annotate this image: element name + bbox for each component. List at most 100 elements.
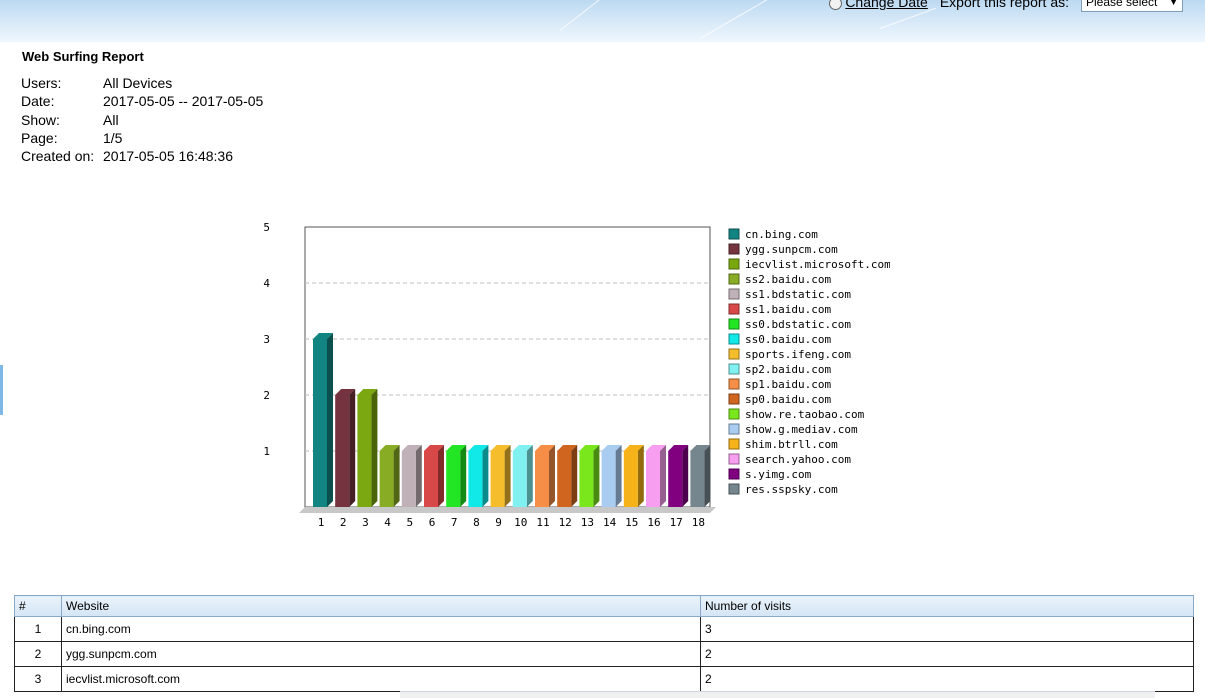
- legend-label: sp0.baidu.com: [745, 393, 831, 406]
- x-tick-label: 11: [536, 516, 549, 529]
- legend-label: show.g.mediav.com: [745, 423, 858, 436]
- meta-label: Show:: [21, 111, 60, 128]
- bar: [646, 451, 660, 507]
- legend-label: ss1.baidu.com: [745, 303, 831, 316]
- legend-label: ss1.bdstatic.com: [745, 288, 851, 301]
- x-tick-label: 16: [647, 516, 660, 529]
- bar: [579, 451, 594, 507]
- bar-side: [549, 445, 555, 507]
- x-tick-label: 10: [514, 516, 527, 529]
- bar: [668, 451, 683, 507]
- change-date-control[interactable]: Change Date: [829, 0, 928, 10]
- bar-side: [460, 445, 467, 507]
- bar: [335, 395, 350, 507]
- x-tick-label: 8: [473, 516, 480, 529]
- legend-label: cn.bing.com: [745, 228, 818, 241]
- legend-swatch: [728, 363, 740, 375]
- y-tick-label: 3: [263, 333, 270, 346]
- bar-side: [660, 445, 666, 507]
- export-label: Export this report as:: [939, 0, 1069, 10]
- legend-label: s.yimg.com: [745, 468, 812, 481]
- x-tick-label: 12: [559, 516, 572, 529]
- meta-row-date: Date: 2017-05-05 -- 2017-05-05: [21, 92, 263, 110]
- x-tick-label: 17: [670, 516, 683, 529]
- bar: [357, 395, 372, 507]
- legend-swatch: [728, 303, 740, 315]
- legend-swatch: [728, 333, 740, 345]
- bar-side: [327, 333, 333, 507]
- change-date-link[interactable]: Change Date: [845, 0, 928, 10]
- legend-label: show.re.taobao.com: [745, 408, 865, 421]
- x-tick-label: 6: [429, 516, 436, 529]
- x-tick-label: 3: [362, 516, 369, 529]
- meta-label: Date:: [21, 93, 55, 110]
- legend-swatch: [728, 453, 740, 465]
- row-visits: 2: [700, 641, 1194, 667]
- report-title: Web Surfing Report: [22, 49, 144, 64]
- bar: [468, 451, 483, 507]
- bar-side: [371, 389, 378, 507]
- bar-side: [349, 389, 356, 507]
- bar: [557, 451, 572, 507]
- x-tick-label: 15: [625, 516, 638, 529]
- legend-label: sp2.baidu.com: [745, 363, 831, 376]
- header-controls: Change Date Export this report as: Pleas…: [829, 0, 1183, 12]
- y-tick-label: 1: [263, 445, 270, 458]
- bar-side: [571, 445, 578, 507]
- export-format-select[interactable]: Please select ▼: [1081, 0, 1183, 12]
- row-website: ygg.sunpcm.com: [61, 641, 701, 667]
- bar-side: [682, 445, 689, 507]
- x-tick-label: 5: [406, 516, 413, 529]
- column-header-website[interactable]: Website: [61, 595, 701, 617]
- bar-side: [482, 445, 489, 507]
- meta-value: All Devices: [103, 75, 173, 91]
- bar: [601, 451, 616, 507]
- bar-side: [526, 445, 533, 507]
- visits-table: # Website Number of visits 1 cn.bing.com…: [14, 595, 1194, 692]
- bar: [623, 451, 638, 507]
- legend-swatch: [728, 273, 740, 285]
- row-index: 3: [14, 666, 62, 692]
- chevron-down-icon: ▼: [1169, 0, 1178, 7]
- x-tick-label: 14: [603, 516, 617, 529]
- legend-swatch: [728, 423, 740, 435]
- meta-value: 2017-05-05 16:48:36: [103, 148, 233, 165]
- bar: [512, 451, 527, 507]
- column-header-index[interactable]: #: [14, 595, 62, 617]
- legend-label: sp1.baidu.com: [745, 378, 831, 391]
- row-website: iecvlist.microsoft.com: [61, 666, 701, 692]
- export-select-value: Please select: [1086, 0, 1158, 9]
- x-tick-label: 13: [581, 516, 594, 529]
- column-header-visits[interactable]: Number of visits: [700, 595, 1194, 617]
- x-tick-label: 4: [384, 516, 391, 529]
- side-panel-handle[interactable]: [0, 365, 3, 415]
- meta-value: 1/5: [103, 129, 123, 146]
- legend-label: ss0.baidu.com: [745, 333, 831, 346]
- bar-side: [593, 445, 600, 507]
- legend-swatch: [728, 258, 740, 270]
- x-tick-label: 18: [692, 516, 705, 529]
- legend-swatch: [728, 468, 740, 480]
- bar-side: [415, 445, 422, 507]
- bar-side: [393, 445, 400, 507]
- legend-label: search.yahoo.com: [745, 453, 851, 466]
- bar: [424, 451, 438, 507]
- legend-swatch: [728, 288, 740, 300]
- legend-swatch: [728, 438, 740, 450]
- legend-swatch: [728, 393, 740, 405]
- change-date-radio-icon[interactable]: [829, 0, 843, 10]
- meta-label: Page:: [21, 129, 58, 146]
- bar-side: [704, 445, 711, 507]
- legend-swatch: [728, 318, 740, 330]
- meta-row-users: Users: All Devices: [21, 74, 263, 92]
- table-row: 3 iecvlist.microsoft.com 2: [14, 666, 1194, 692]
- y-tick-label: 5: [263, 221, 270, 234]
- y-tick-label: 2: [263, 389, 270, 402]
- row-website: cn.bing.com: [61, 616, 701, 642]
- legend-swatch: [728, 243, 740, 255]
- x-tick-label: 2: [340, 516, 347, 529]
- meta-label: Users:: [21, 75, 62, 91]
- legend-label: ygg.sunpcm.com: [745, 243, 838, 256]
- meta-row-page: Page: 1/5: [21, 129, 263, 147]
- meta-value: 2017-05-05 -- 2017-05-05: [103, 93, 264, 110]
